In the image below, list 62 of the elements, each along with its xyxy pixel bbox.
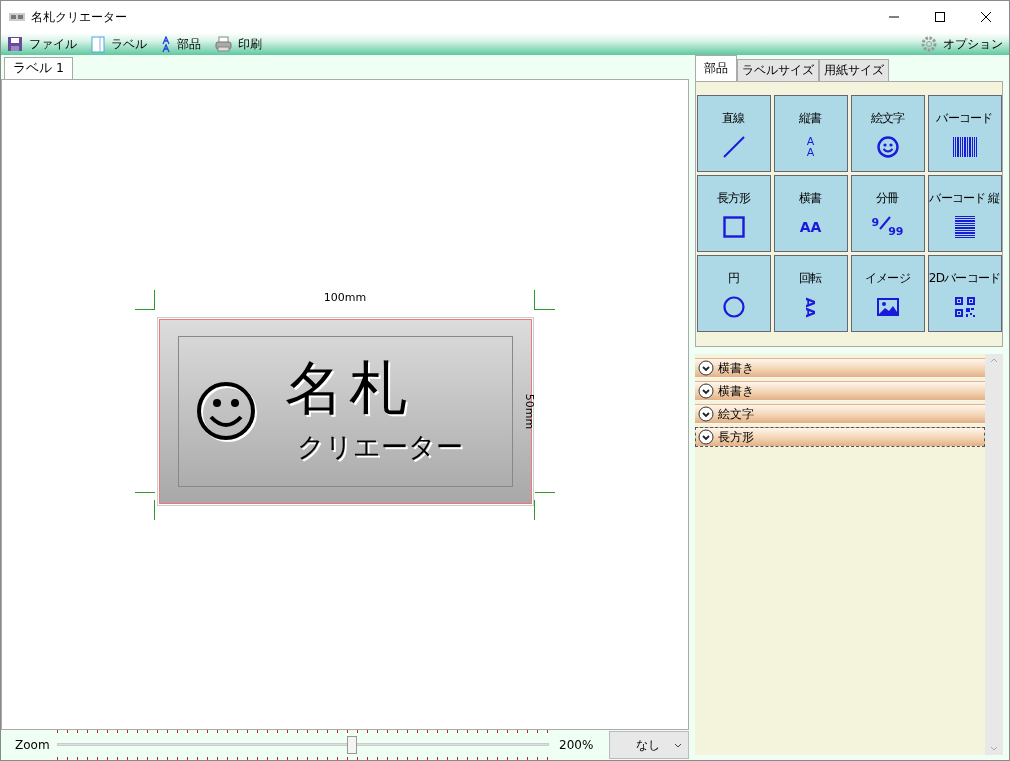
app-icon: [9, 13, 25, 21]
part-button[interactable]: 直線: [696, 95, 771, 172]
layer-item[interactable]: 横書き: [695, 381, 985, 401]
part-button[interactable]: 円: [696, 255, 771, 332]
slider-thumb[interactable]: [347, 736, 358, 754]
window-title: 名札クリエーター: [31, 8, 128, 26]
toolbar-button[interactable]: 部品: [159, 35, 203, 53]
expand-icon: [698, 406, 714, 422]
barcode-icon: [952, 137, 977, 157]
scroll-down-icon: [990, 746, 998, 751]
expand-icon: [698, 360, 714, 376]
page-icon: [91, 35, 105, 53]
save-icon: [7, 36, 23, 52]
layer-item[interactable]: 絵文字: [695, 404, 985, 424]
part-button[interactable]: バーコード: [927, 95, 1002, 172]
part-button[interactable]: 長方形: [696, 175, 771, 252]
maximize-icon: [935, 12, 945, 22]
zoom-label: Zoom: [15, 738, 47, 752]
options-button[interactable]: オプション: [919, 35, 1005, 53]
panel-tab[interactable]: ラベルサイズ: [737, 59, 819, 81]
part-button[interactable]: バーコード 縦: [927, 175, 1002, 252]
label-title: 名札: [284, 358, 414, 417]
zoom-reading: 200%: [559, 738, 594, 752]
text-parts-icon: [161, 35, 171, 53]
vertical-barcode-icon: [954, 216, 975, 238]
dropdown[interactable]: なし: [609, 731, 689, 759]
layer-item[interactable]: 長方形: [695, 427, 985, 447]
horizontal-text-icon: AA: [799, 219, 822, 235]
smiley-icon: [876, 136, 899, 158]
qr-code-icon: [954, 297, 975, 317]
chevron-down-icon: [674, 742, 682, 748]
part-button[interactable]: 横書 AA: [773, 175, 848, 252]
toolbar-button[interactable]: 印刷: [213, 35, 264, 53]
settings-icon: [921, 36, 937, 52]
document-tab[interactable]: ラベル 1: [4, 57, 73, 79]
smiley-icon: [196, 380, 259, 443]
circle-icon: [722, 296, 745, 318]
part-button[interactable]: 2Dバーコード: [927, 255, 1002, 332]
printer-icon: [215, 36, 232, 52]
scroll-up-icon: [990, 358, 998, 363]
expand-icon: [698, 383, 714, 399]
rotated-text-icon: AA: [803, 296, 818, 318]
line-icon: [722, 136, 745, 158]
image-icon: [876, 298, 899, 316]
height-dimension: 50mm: [522, 393, 536, 429]
layer-item[interactable]: 横書き: [695, 358, 985, 378]
expand-icon: [698, 429, 714, 445]
square-icon: [722, 216, 745, 238]
toolbar-button[interactable]: ラベル: [89, 35, 149, 53]
part-button[interactable]: イメージ: [850, 255, 925, 332]
toolbar-button[interactable]: ファイル: [5, 35, 79, 53]
part-button[interactable]: 回転 AA: [773, 255, 848, 332]
vertical-text-icon: AA: [805, 136, 816, 158]
close-icon: [981, 12, 991, 22]
panel-tab[interactable]: 用紙サイズ: [819, 59, 889, 81]
part-button[interactable]: 分冊 9 99: [850, 175, 925, 252]
part-button[interactable]: 絵文字: [850, 95, 925, 172]
width-dimension: 100mm: [322, 290, 368, 304]
scrollbar[interactable]: [985, 354, 1003, 755]
panel-tab[interactable]: 部品: [695, 55, 737, 81]
part-button[interactable]: 縦書 AA: [773, 95, 848, 172]
label-subtitle: クリエーター: [296, 429, 463, 464]
